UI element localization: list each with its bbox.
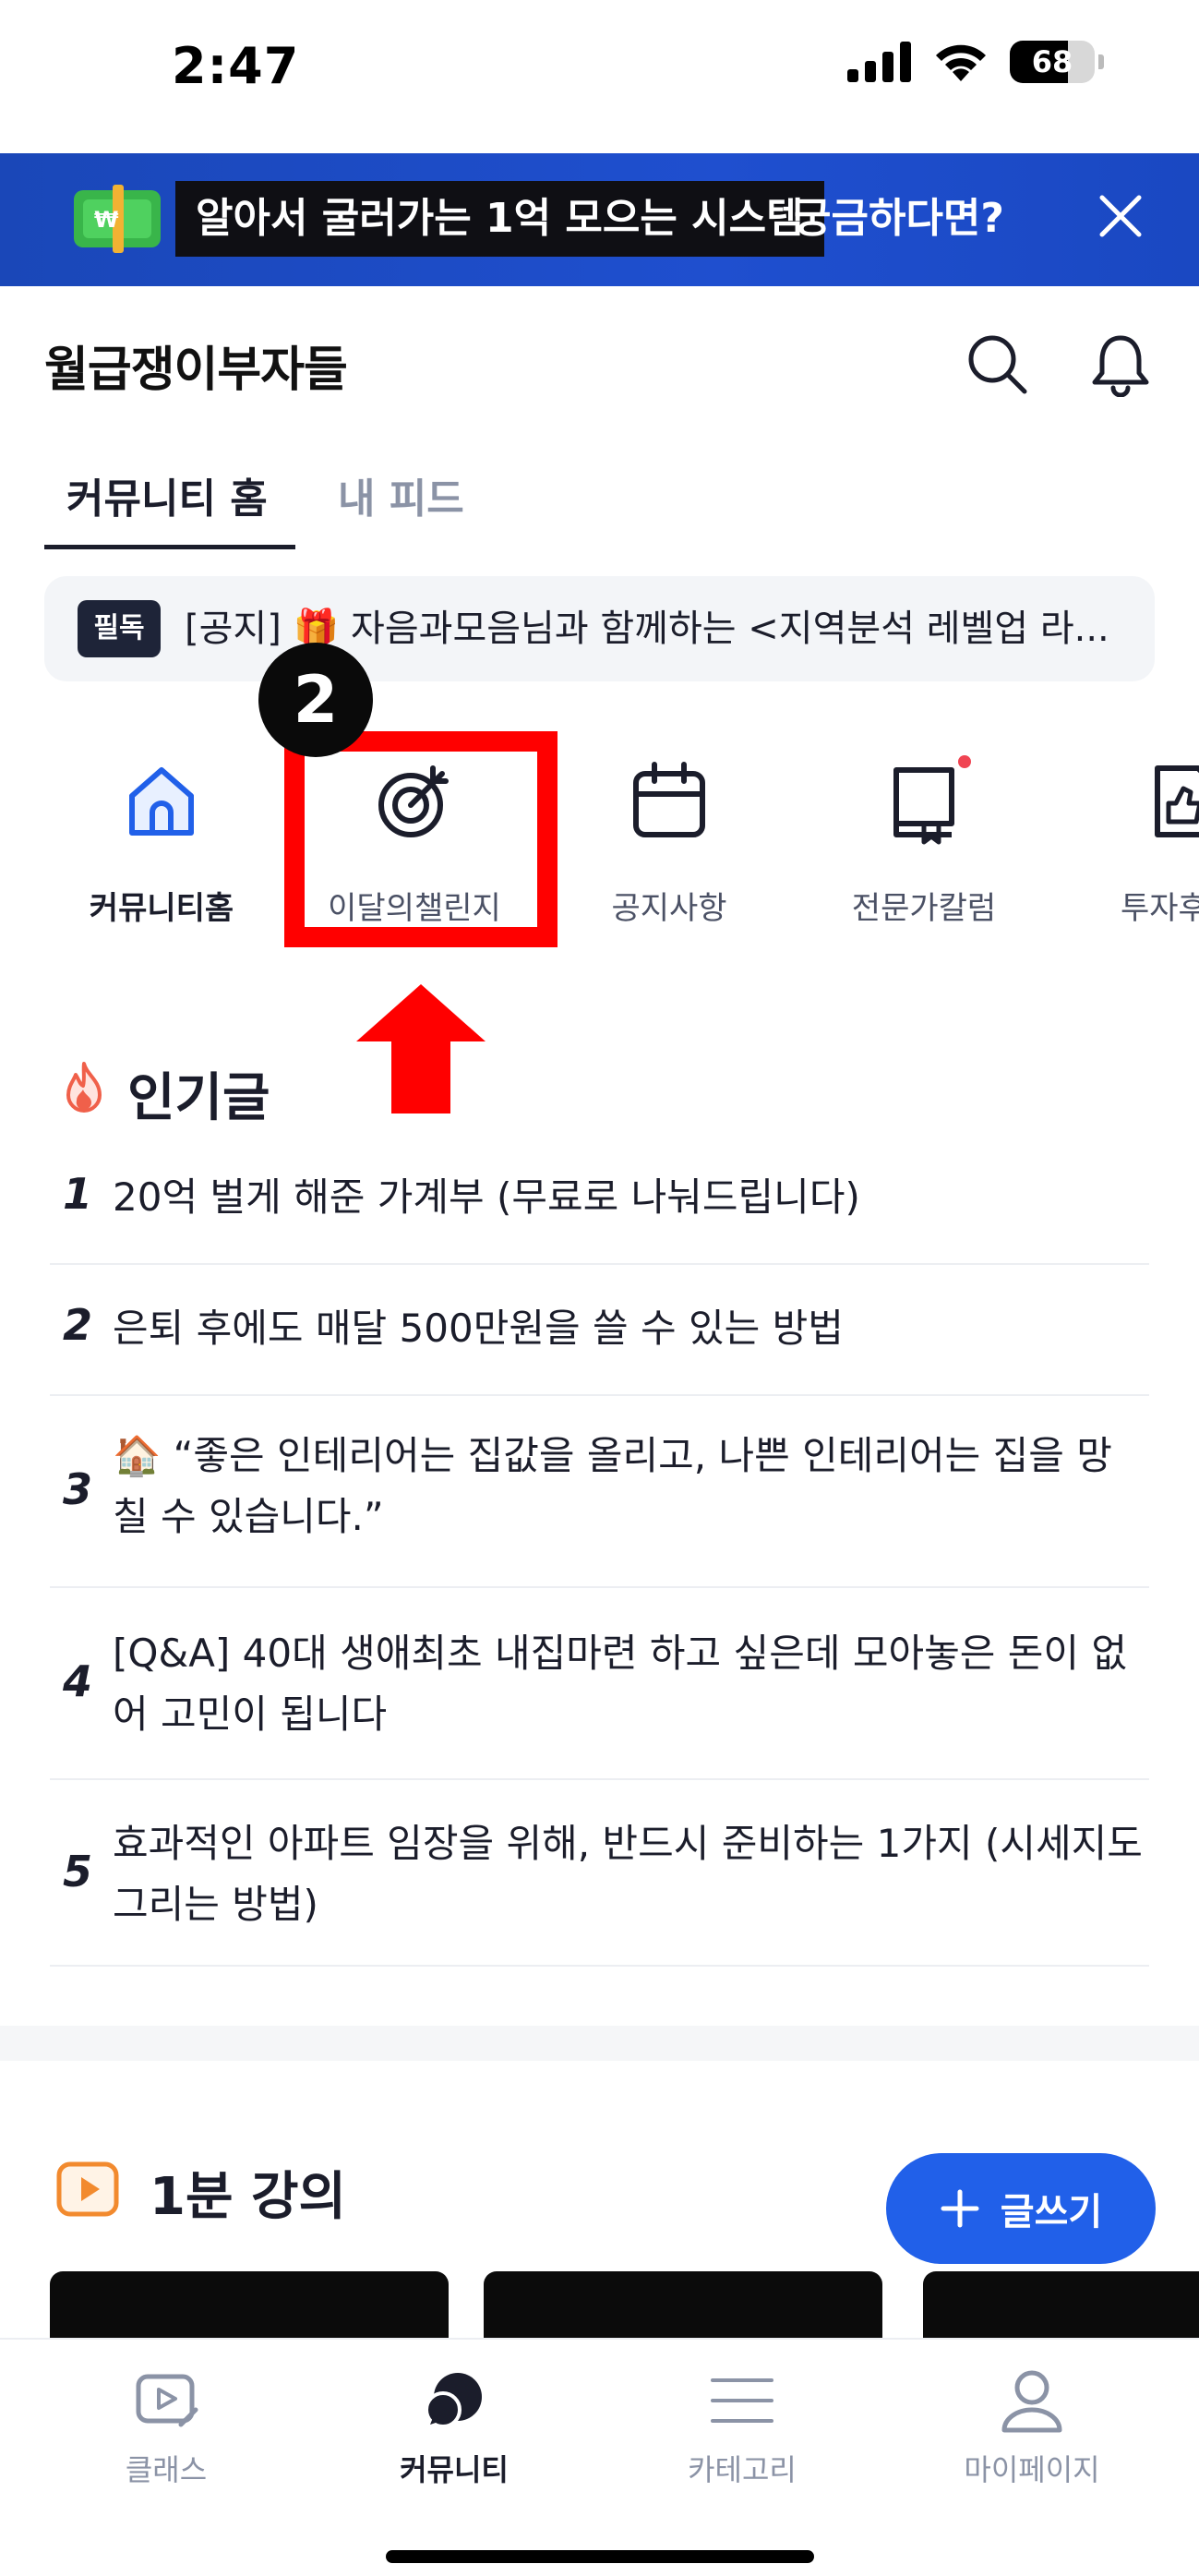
category-label: 커뮤니티홈 [89,890,234,927]
post-title: [Q&A] 40대 생애최초 내집마련 하고 싶은데 모아놓은 돈이 없어 고민… [113,1631,1128,1737]
category-label: 투자후 [1121,890,1199,927]
write-post-button[interactable]: 글쓰기 [886,2153,1156,2264]
category-investment-review[interactable]: 투자후 [1073,755,1199,928]
category-community-home[interactable]: 커뮤니티홈 [55,755,268,928]
nav-label: 마이페이지 [964,2452,1100,2487]
post-title: 20억 벌게 해준 가계부 (무료로 나눠드립니다) [113,1174,860,1220]
popular-post[interactable]: 3 🏠 “좋은 인테리어는 집값을 올리고, 나쁜 인테리어는 집을 망칠 수 … [50,1398,1149,1588]
wifi-icon [936,44,986,81]
post-rank: 3 [63,1464,93,1514]
video-thumbnail[interactable] [484,2271,882,2345]
nav-category[interactable]: 카테고리 [641,2364,844,2489]
arrow-up-icon [356,984,486,1113]
write-button-label: 글쓰기 [1000,2191,1103,2233]
home-indicator [386,2550,814,2563]
notice-bar[interactable]: 필독 [공지] 🎁 자음과모음님과 함께하는 <지역분석 레벨업 라... [44,576,1155,681]
highlight-box [284,731,558,947]
post-rank: 5 [63,1847,93,1896]
post-rank: 1 [63,1169,93,1219]
popular-post[interactable]: 2 은퇴 후에도 매달 500만원을 쓸 수 있는 방법 [50,1267,1149,1396]
popular-section-title: 인기글 [127,1068,270,1128]
bell-icon[interactable] [1087,331,1154,397]
status-icons: 68 [847,41,1104,83]
lecture-section-title: 1분 강의 [150,2167,347,2227]
notice-badge: 필독 [78,600,161,657]
user-icon [1001,2370,1062,2433]
category-expert-column[interactable]: 전문가칼럼 [818,755,1030,928]
book-icon [893,767,954,845]
svg-text:₩: ₩ [94,207,119,233]
video-thumbnail[interactable] [50,2271,449,2345]
section-divider [0,2026,1199,2061]
category-label: 전문가칼럼 [851,890,997,927]
post-rank: 4 [63,1656,93,1706]
step-number-badge: 2 [258,643,373,757]
active-tab-indicator [44,545,295,549]
nav-label: 커뮤니티 [400,2452,509,2487]
search-icon[interactable] [964,331,1030,397]
money-icon: ₩ [74,185,161,253]
category-notices[interactable]: 공지사항 [563,755,775,928]
signal-icon [847,42,911,82]
banner-tail-text: 궁금하다면? [794,195,1004,242]
calendar-icon [633,762,705,837]
play-icon [56,2161,119,2217]
post-title: 효과적인 아파트 임장을 위해, 반드시 준비하는 1가지 (시세지도 그리는 … [113,1821,1143,1927]
home-icon [129,767,194,836]
category-label: 공지사항 [611,890,727,927]
nav-mypage[interactable]: 마이페이지 [930,2364,1133,2489]
banner-highlight-text: 알아서 굴러가는 1억 모으는 시스템 [175,181,824,257]
post-title: 은퇴 후에도 매달 500만원을 쓸 수 있는 방법 [113,1306,844,1351]
popular-post[interactable]: 1 20억 벌게 해준 가계부 (무료로 나눠드립니다) [50,1156,1149,1265]
post-title: 🏠 “좋은 인테리어는 집값을 올리고, 나쁜 인테리어는 집을 망칠 수 있습… [113,1433,1112,1539]
tab-community-home[interactable]: 커뮤니티 홈 [66,465,268,524]
battery-indicator: 68 [1010,41,1095,83]
chat-icon [425,2373,482,2428]
promo-banner[interactable]: ₩ 알아서 굴러가는 1억 모으는 시스템 궁금하다면? [0,153,1199,286]
popular-post[interactable]: 5 효과적인 아파트 임장을 위해, 반드시 준비하는 1가지 (시세지도 그리… [50,1782,1149,1967]
app-title: 월급쟁이부자들 [44,343,348,398]
fire-icon [66,1062,102,1113]
nav-label: 클래스 [125,2452,208,2487]
bottom-navigation: 클래스 커뮤니티 카테고리 마이페이지 [0,2338,1199,2576]
close-icon[interactable] [1093,188,1148,244]
post-rank: 2 [63,1300,93,1350]
menu-icon [711,2378,773,2423]
nav-community[interactable]: 커뮤니티 [353,2364,556,2489]
thumbs-up-icon [1155,765,1199,837]
status-bar: 2:47 68 [0,0,1199,153]
video-thumbnail[interactable] [923,2271,1199,2345]
plus-icon [941,2189,979,2228]
new-dot-badge [958,755,971,768]
status-time: 2:47 [172,37,300,95]
nav-label: 카테고리 [688,2452,797,2487]
nav-class[interactable]: 클래스 [65,2364,268,2489]
popular-post[interactable]: 4 [Q&A] 40대 생애최초 내집마련 하고 싶은데 모아놓은 돈이 없어 … [50,1590,1149,1780]
video-icon [136,2374,198,2427]
tab-my-feed[interactable]: 내 피드 [338,465,464,524]
